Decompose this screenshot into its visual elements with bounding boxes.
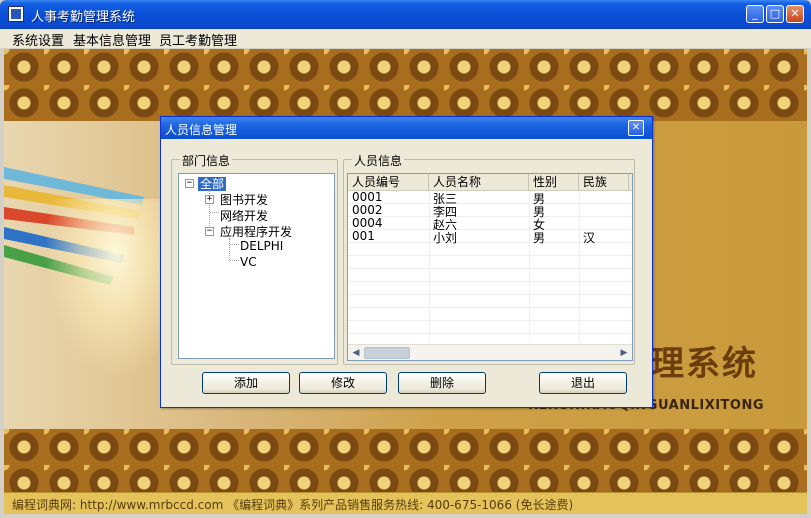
app-icon [8,6,24,22]
tree-line [230,244,239,245]
department-groupbox: 部门信息 − 全部 + 图书开发 网络开发 − 应用程序开发 DELPHI VC [171,152,338,365]
table-row [348,283,632,295]
footer-text: 编程词典网: http://www.mrbccd.com 《编程词典》系列产品销… [12,498,574,512]
tree-node-all[interactable]: 全部 [198,175,227,192]
table-row[interactable]: 0002 李四 男 [348,203,632,219]
table-row [348,244,632,256]
tree-node-network[interactable]: 网络开发 [220,207,268,224]
staff-info-dialog: 人员信息管理 ✕ 部门信息 − 全部 + 图书开发 网络开发 − 应用程序开发 … [160,116,653,408]
footer-bar: 编程词典网: http://www.mrbccd.com 《编程词典》系列产品销… [4,492,807,514]
menubar: 系统设置 基本信息管理 员工考勤管理 [0,29,811,49]
delete-button[interactable]: 删除 [398,372,486,394]
column-header-id[interactable]: 人员编号 [348,174,429,191]
tree-line [229,238,230,260]
tree-node-books[interactable]: 图书开发 [220,191,268,208]
tree-line [230,260,239,261]
table-row[interactable]: 0001 张三 男 [348,190,632,206]
cell-id: 001 [352,229,375,243]
department-group-label: 部门信息 [180,152,233,169]
tree-node-vc[interactable]: VC [240,255,257,269]
light-glow [44,199,164,379]
ornament-pattern-bottom [4,429,807,492]
add-button[interactable]: 添加 [202,372,290,394]
maximize-button[interactable]: □ [766,5,784,23]
logo-chinese-text: 理系统 [650,344,758,384]
tree-node-delphi[interactable]: DELPHI [240,239,283,253]
cell-id: 0004 [352,216,383,230]
tree-node-label: 全部 [198,177,227,191]
window-title: 人事考勤管理系统 [31,10,136,25]
tree-expand-icon[interactable]: + [205,195,214,204]
staff-groupbox: 人员信息 人员编号 人员名称 性别 民族 0001 张三 男 0002 李四 男 [343,152,635,365]
dialog-close-button[interactable]: ✕ [628,120,644,136]
scroll-right-arrow-icon[interactable]: ▶ [618,347,630,359]
modify-button[interactable]: 修改 [299,372,387,394]
menu-attendance[interactable]: 员工考勤管理 [159,30,237,49]
main-titlebar[interactable]: 人事考勤管理系统 _ □ ✕ [0,0,811,29]
tree-line [210,212,219,213]
menu-basic-info[interactable]: 基本信息管理 [73,30,151,49]
exit-button[interactable]: 退出 [539,372,627,394]
cell-id: 0002 [352,203,383,217]
close-button[interactable]: ✕ [786,5,804,23]
table-row [348,322,632,334]
tree-node-app-dev[interactable]: 应用程序开发 [220,223,292,240]
menu-system-settings[interactable]: 系统设置 [12,30,64,49]
minimize-button[interactable]: _ [746,5,764,23]
tree-collapse-icon[interactable]: − [205,227,214,236]
table-row [348,309,632,321]
scroll-thumb[interactable] [364,347,410,359]
cell-id: 0001 [352,190,383,204]
staff-group-label: 人员信息 [352,152,405,169]
column-header-ethnicity[interactable]: 民族 [579,174,629,191]
list-header: 人员编号 人员名称 性别 民族 [348,174,632,191]
dialog-titlebar[interactable]: 人员信息管理 ✕ [161,117,652,139]
scroll-left-arrow-icon[interactable]: ◀ [350,347,362,359]
table-row [348,257,632,269]
horizontal-scrollbar[interactable]: ◀ ▶ [348,344,632,360]
table-row[interactable]: 001 小刘 男 汉 [348,229,632,245]
department-tree[interactable]: − 全部 + 图书开发 网络开发 − 应用程序开发 DELPHI VC [178,173,335,359]
staff-list-view[interactable]: 人员编号 人员名称 性别 民族 0001 张三 男 0002 李四 男 0004… [347,173,633,361]
tree-collapse-icon[interactable]: − [185,179,194,188]
column-header-gender[interactable]: 性别 [529,174,579,191]
ornament-pattern-top [4,49,807,121]
table-row [348,270,632,282]
dialog-title: 人员信息管理 [165,123,238,137]
column-header-name[interactable]: 人员名称 [429,174,529,191]
table-row [348,296,632,308]
